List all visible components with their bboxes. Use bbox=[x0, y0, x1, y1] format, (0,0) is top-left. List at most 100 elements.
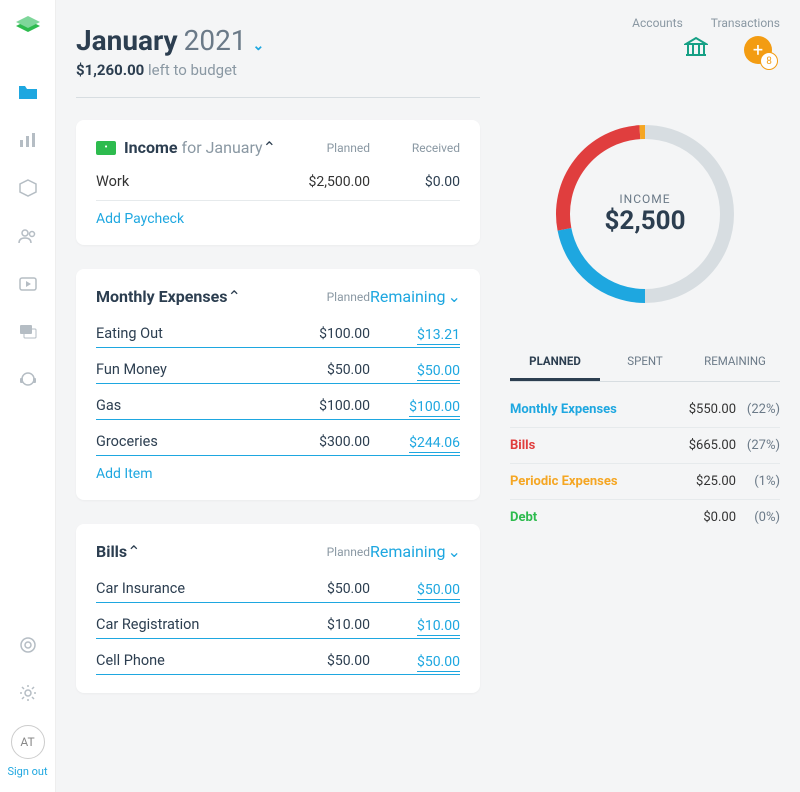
nav-support-icon[interactable] bbox=[12, 364, 44, 396]
page-header: January 2021 ⌄ $1,260.00 left to budget bbox=[76, 24, 480, 79]
nav-chat-icon[interactable] bbox=[12, 316, 44, 348]
donut-label: INCOME bbox=[619, 192, 670, 206]
category-row[interactable]: Bills$665.00(27%) bbox=[510, 428, 780, 464]
remaining-header[interactable]: Remaining ⌄ bbox=[370, 542, 461, 561]
category-row[interactable]: Monthly Expenses$550.00(22%) bbox=[510, 392, 780, 428]
budget-row[interactable]: Car Insurance$50.00$50.00 bbox=[96, 567, 460, 602]
category-name: Debt bbox=[510, 510, 666, 525]
category-amount: $550.00 bbox=[666, 402, 736, 417]
category-name: Periodic Expenses bbox=[510, 474, 666, 489]
budget-row[interactable]: Gas$100.00$100.00 bbox=[96, 384, 460, 419]
bank-icon[interactable] bbox=[684, 36, 708, 64]
transactions-link[interactable]: Transactions bbox=[711, 16, 780, 30]
nav-box-icon[interactable] bbox=[12, 172, 44, 204]
row-planned: $300.00 bbox=[280, 434, 370, 450]
row-planned: $10.00 bbox=[280, 617, 370, 633]
row-planned: $2,500.00 bbox=[280, 174, 370, 190]
category-pct: (22%) bbox=[736, 402, 780, 417]
category-row[interactable]: Debt$0.00(0%) bbox=[510, 500, 780, 535]
expenses-title: Monthly Expenses bbox=[96, 287, 227, 306]
row-remaining[interactable]: $13.21 bbox=[417, 327, 460, 345]
accounts-link[interactable]: Accounts bbox=[632, 16, 683, 30]
nav-reports-icon[interactable] bbox=[12, 124, 44, 156]
row-planned: $100.00 bbox=[280, 326, 370, 342]
income-donut-chart: INCOME $2,500 bbox=[545, 114, 745, 314]
row-remaining[interactable]: $100.00 bbox=[409, 399, 460, 417]
income-title: Incomefor January bbox=[124, 138, 263, 157]
avatar[interactable]: AT bbox=[11, 725, 45, 759]
collapse-icon[interactable]: ⌃ bbox=[227, 287, 240, 306]
left-to-budget-amount: $1,260.00 bbox=[76, 61, 144, 79]
donut-value: $2,500 bbox=[605, 206, 686, 236]
nav-settings-icon[interactable] bbox=[12, 677, 44, 709]
budget-row[interactable]: Cell Phone$50.00$50.00 bbox=[96, 639, 460, 674]
tab-planned[interactable]: PLANNED bbox=[510, 344, 600, 381]
expenses-card: Monthly Expenses ⌃ Planned Remaining ⌄ E… bbox=[76, 269, 480, 500]
row-label: Groceries bbox=[96, 433, 280, 450]
row-remaining[interactable]: $244.06 bbox=[409, 435, 460, 453]
breakdown-tabs: PLANNED SPENT REMAINING bbox=[510, 344, 780, 382]
add-paycheck-link[interactable]: Add Paycheck bbox=[96, 211, 460, 227]
category-amount: $25.00 bbox=[666, 474, 736, 489]
left-to-budget-label: left to budget bbox=[148, 61, 237, 79]
row-label: Fun Money bbox=[96, 361, 280, 378]
row-label: Car Insurance bbox=[96, 580, 280, 597]
planned-header: Planned bbox=[280, 141, 370, 155]
row-label: Gas bbox=[96, 397, 280, 414]
remaining-header[interactable]: Remaining ⌄ bbox=[370, 287, 461, 306]
right-column: Accounts Transactions + 8 INCOME $2,500 bbox=[500, 0, 800, 792]
received-header: Received bbox=[370, 141, 460, 155]
budget-row[interactable]: Car Registration$10.00$10.00 bbox=[96, 603, 460, 638]
row-label: Eating Out bbox=[96, 325, 280, 342]
collapse-icon[interactable]: ⌃ bbox=[127, 542, 140, 561]
category-row[interactable]: Periodic Expenses$25.00(1%) bbox=[510, 464, 780, 500]
sidebar: AT Sign out bbox=[0, 0, 56, 792]
tab-spent[interactable]: SPENT bbox=[600, 344, 690, 381]
row-planned: $100.00 bbox=[280, 398, 370, 414]
add-transaction-button[interactable]: + 8 bbox=[744, 36, 772, 64]
planned-header: Planned bbox=[280, 545, 370, 559]
nav-video-icon[interactable] bbox=[12, 268, 44, 300]
row-remaining[interactable]: $10.00 bbox=[417, 618, 460, 636]
row-planned: $50.00 bbox=[280, 581, 370, 597]
row-received: $0.00 bbox=[370, 174, 460, 190]
month-selector[interactable]: January 2021 ⌄ bbox=[76, 24, 480, 57]
nav-budget-icon[interactable] bbox=[12, 76, 44, 108]
row-remaining[interactable]: $50.00 bbox=[417, 582, 460, 600]
chevron-down-icon: ⌄ bbox=[448, 287, 461, 306]
category-amount: $0.00 bbox=[666, 510, 736, 525]
divider bbox=[76, 97, 480, 98]
budget-row[interactable]: Groceries$300.00 $244.06 bbox=[96, 420, 460, 455]
nav-group-icon[interactable] bbox=[12, 220, 44, 252]
planned-header: Planned bbox=[280, 290, 370, 304]
budget-row[interactable]: Eating Out$100.00 $13.21 bbox=[96, 312, 460, 347]
category-pct: (27%) bbox=[736, 438, 780, 453]
month-label: January bbox=[76, 24, 178, 57]
row-remaining[interactable]: $50.00 bbox=[417, 654, 460, 672]
category-pct: (0%) bbox=[736, 510, 780, 525]
bills-card: Bills ⌃ Planned Remaining ⌄ Car Insuranc… bbox=[76, 524, 480, 693]
logo-icon bbox=[14, 14, 42, 36]
row-remaining[interactable]: $50.00 bbox=[417, 363, 460, 381]
income-card: Incomefor January ⌃ Planned Received Wor… bbox=[76, 120, 480, 245]
signout-link[interactable]: Sign out bbox=[7, 765, 47, 778]
top-nav: Accounts Transactions bbox=[510, 16, 780, 30]
collapse-icon[interactable]: ⌃ bbox=[263, 138, 276, 157]
left-to-budget: $1,260.00 left to budget bbox=[76, 61, 480, 79]
avatar-initials: AT bbox=[20, 735, 34, 749]
category-name: Monthly Expenses bbox=[510, 402, 666, 417]
category-pct: (1%) bbox=[736, 474, 780, 489]
row-planned: $50.00 bbox=[280, 362, 370, 378]
tab-remaining[interactable]: REMAINING bbox=[690, 344, 780, 381]
income-row[interactable]: Work $2,500.00 $0.00 bbox=[96, 163, 460, 201]
budget-row[interactable]: Fun Money$50.00$50.00 bbox=[96, 348, 460, 383]
transactions-badge: 8 bbox=[760, 52, 778, 70]
year-label: 2021 bbox=[184, 24, 247, 57]
row-label: Cell Phone bbox=[96, 652, 280, 669]
chevron-down-icon: ⌄ bbox=[448, 542, 461, 561]
bills-title: Bills bbox=[96, 542, 127, 561]
row-label: Car Registration bbox=[96, 616, 280, 633]
chevron-down-icon[interactable]: ⌄ bbox=[253, 38, 265, 54]
add-item-link[interactable]: Add Item bbox=[96, 466, 460, 482]
nav-help-icon[interactable] bbox=[12, 629, 44, 661]
